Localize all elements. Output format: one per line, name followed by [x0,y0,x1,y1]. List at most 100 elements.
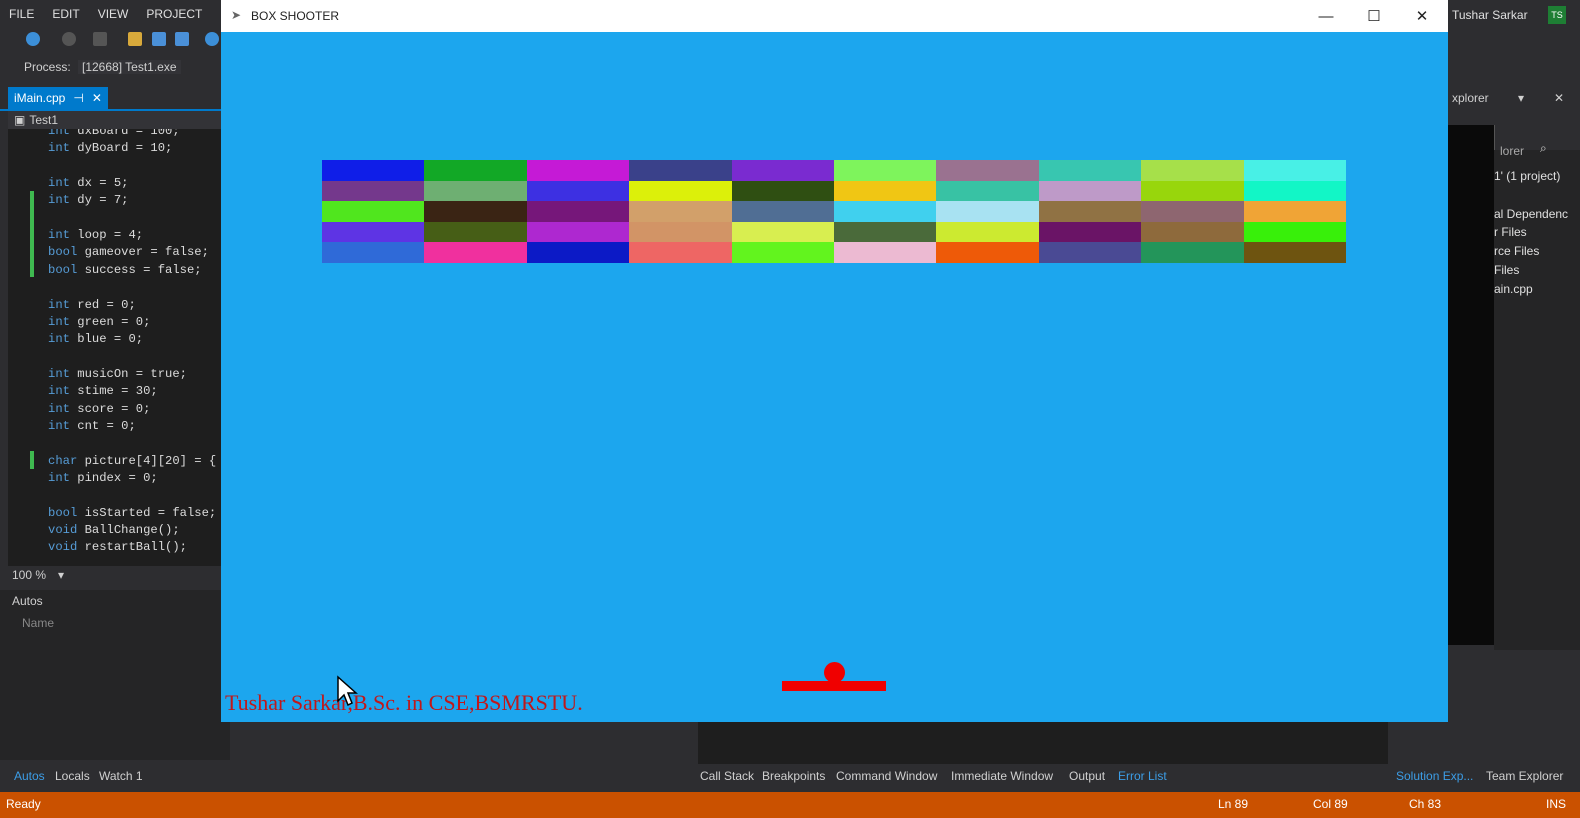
mouse-cursor-icon [337,675,358,707]
brick [526,180,630,202]
brick [526,242,630,263]
brick [1038,201,1142,222]
chevron-down-icon[interactable]: ▾ [58,568,64,582]
title-bar[interactable]: ➤ BOX SHOOTER — ☐ ✕ [221,0,1448,32]
back-icon[interactable] [26,32,40,46]
code-line: int dyBoard = 10; [48,141,172,155]
brick [834,221,937,243]
code-text: red = 0; [77,297,136,312]
code-keyword: int [48,418,78,433]
code-keyword: int [48,384,78,399]
status-bar: Ready Ln 89 Col 89 Ch 83 INS [0,792,1580,818]
tab-team-explorer[interactable]: Team Explorer [1486,769,1563,783]
code-keyword: int [48,228,78,243]
status-ready: Ready [6,797,41,811]
search-solution-input[interactable]: lorer [1500,144,1524,158]
menu-item-file[interactable]: FILE [0,7,43,21]
tree-item[interactable]: r Files [1494,225,1527,239]
brick [629,180,732,202]
save-icon[interactable] [152,32,166,46]
tab-immediate-window[interactable]: Immediate Window [951,769,1053,783]
tree-item[interactable]: rce Files [1494,244,1539,258]
maximize-button[interactable]: ☐ [1351,0,1397,32]
brick [731,201,834,222]
code-line: int dx = 5; [48,176,128,190]
navigation-bar[interactable]: ▣ Test1 [8,111,230,129]
tab-locals[interactable]: Locals [55,769,90,783]
tab-watch-1[interactable]: Watch 1 [99,769,143,783]
brick [1141,201,1244,222]
save-all-icon[interactable] [175,32,189,46]
zoom-select[interactable]: 100 % [12,568,46,582]
undo-icon[interactable] [205,32,219,46]
menu-item-view[interactable]: VIEW [89,7,138,21]
code-editor[interactable]: int dxBoard = 100; int dyBoard = 10; int d… [8,129,230,566]
autos-column-name: Name [22,616,55,630]
process-select[interactable]: [12668] Test1.exe [78,60,181,74]
brick-grid [322,160,1346,263]
tab-error-list[interactable]: Error List [1118,769,1167,783]
brick [834,201,937,222]
code-text: blue = 0; [77,332,144,347]
search-icon[interactable]: ⌕ [1540,141,1547,156]
tab-call-stack[interactable]: Call Stack [700,769,754,783]
user-name[interactable]: Tushar Sarkar [1452,8,1528,22]
tab-imain-cpp[interactable]: iMain.cpp ⊣ ✕ [8,87,108,109]
brick [731,160,834,181]
brick [936,221,1039,243]
zoom-bar: 100 % ▾ [0,566,230,584]
brick [936,160,1039,181]
code-text: restartBall(); [84,540,187,555]
new-project-icon[interactable] [93,32,107,46]
brick [322,180,425,202]
code-line: int red = 0; [48,298,136,312]
tab-command-window[interactable]: Command Window [836,769,937,783]
open-icon[interactable] [128,32,142,46]
change-marker [30,451,34,469]
menu-item-edit[interactable]: EDIT [43,7,88,21]
tree-item[interactable]: ain.cpp [1494,282,1533,296]
brick [731,242,834,263]
code-line: int score = 0; [48,402,150,416]
tab-output[interactable]: Output [1069,769,1105,783]
paddle[interactable] [782,681,886,691]
brick [1038,160,1142,181]
minimize-button[interactable]: — [1303,0,1349,32]
close-button[interactable]: ✕ [1399,0,1445,32]
code-line: bool isStarted = false; [48,506,216,520]
app-icon: ➤ [231,8,242,22]
panel-menu-icon[interactable]: ▾ [1518,91,1524,105]
code-keyword: void [48,540,85,555]
pin-icon[interactable]: ⊣ [73,91,83,105]
code-text: isStarted = false; [84,505,217,520]
tab-autos[interactable]: Autos [14,769,45,783]
tree-item[interactable]: al Dependenc [1494,207,1568,221]
brick [629,201,732,222]
code-text: BallChange(); [84,523,180,538]
tab-solution-explorer[interactable]: Solution Exp... [1396,769,1473,783]
menu-bar: FILE EDIT VIEW PROJECT [0,0,230,28]
brick [1141,160,1244,181]
brick [936,242,1039,263]
editor-tab-bar: iMain.cpp ⊣ ✕ [0,87,230,111]
avatar[interactable]: TS [1548,6,1566,24]
code-keyword: int [48,141,78,156]
forward-icon[interactable] [62,32,76,46]
credit-text: Tushar Sarkar,B.Sc. in CSE,BSMRSTU. [225,690,583,715]
code-line: int blue = 0; [48,332,143,346]
brick [424,242,527,263]
close-icon[interactable]: ✕ [1554,91,1564,105]
brick [424,201,527,222]
tab-breakpoints[interactable]: Breakpoints [762,769,825,783]
tree-item[interactable]: Files [1494,263,1519,277]
code-keyword: bool [48,262,85,277]
close-icon[interactable]: ✕ [92,91,102,105]
game-window[interactable]: ➤ BOX SHOOTER — ☐ ✕ Tushar Sarkar,B.Sc. … [221,0,1448,722]
code-line: int dy = 7; [48,193,128,207]
menu-item-project[interactable]: PROJECT [137,7,211,21]
code-text: pindex = 0; [77,471,158,485]
brick [526,160,630,181]
brick [1038,221,1142,243]
code-keyword: int [48,314,78,329]
tree-item[interactable]: 1' (1 project) [1494,169,1560,183]
